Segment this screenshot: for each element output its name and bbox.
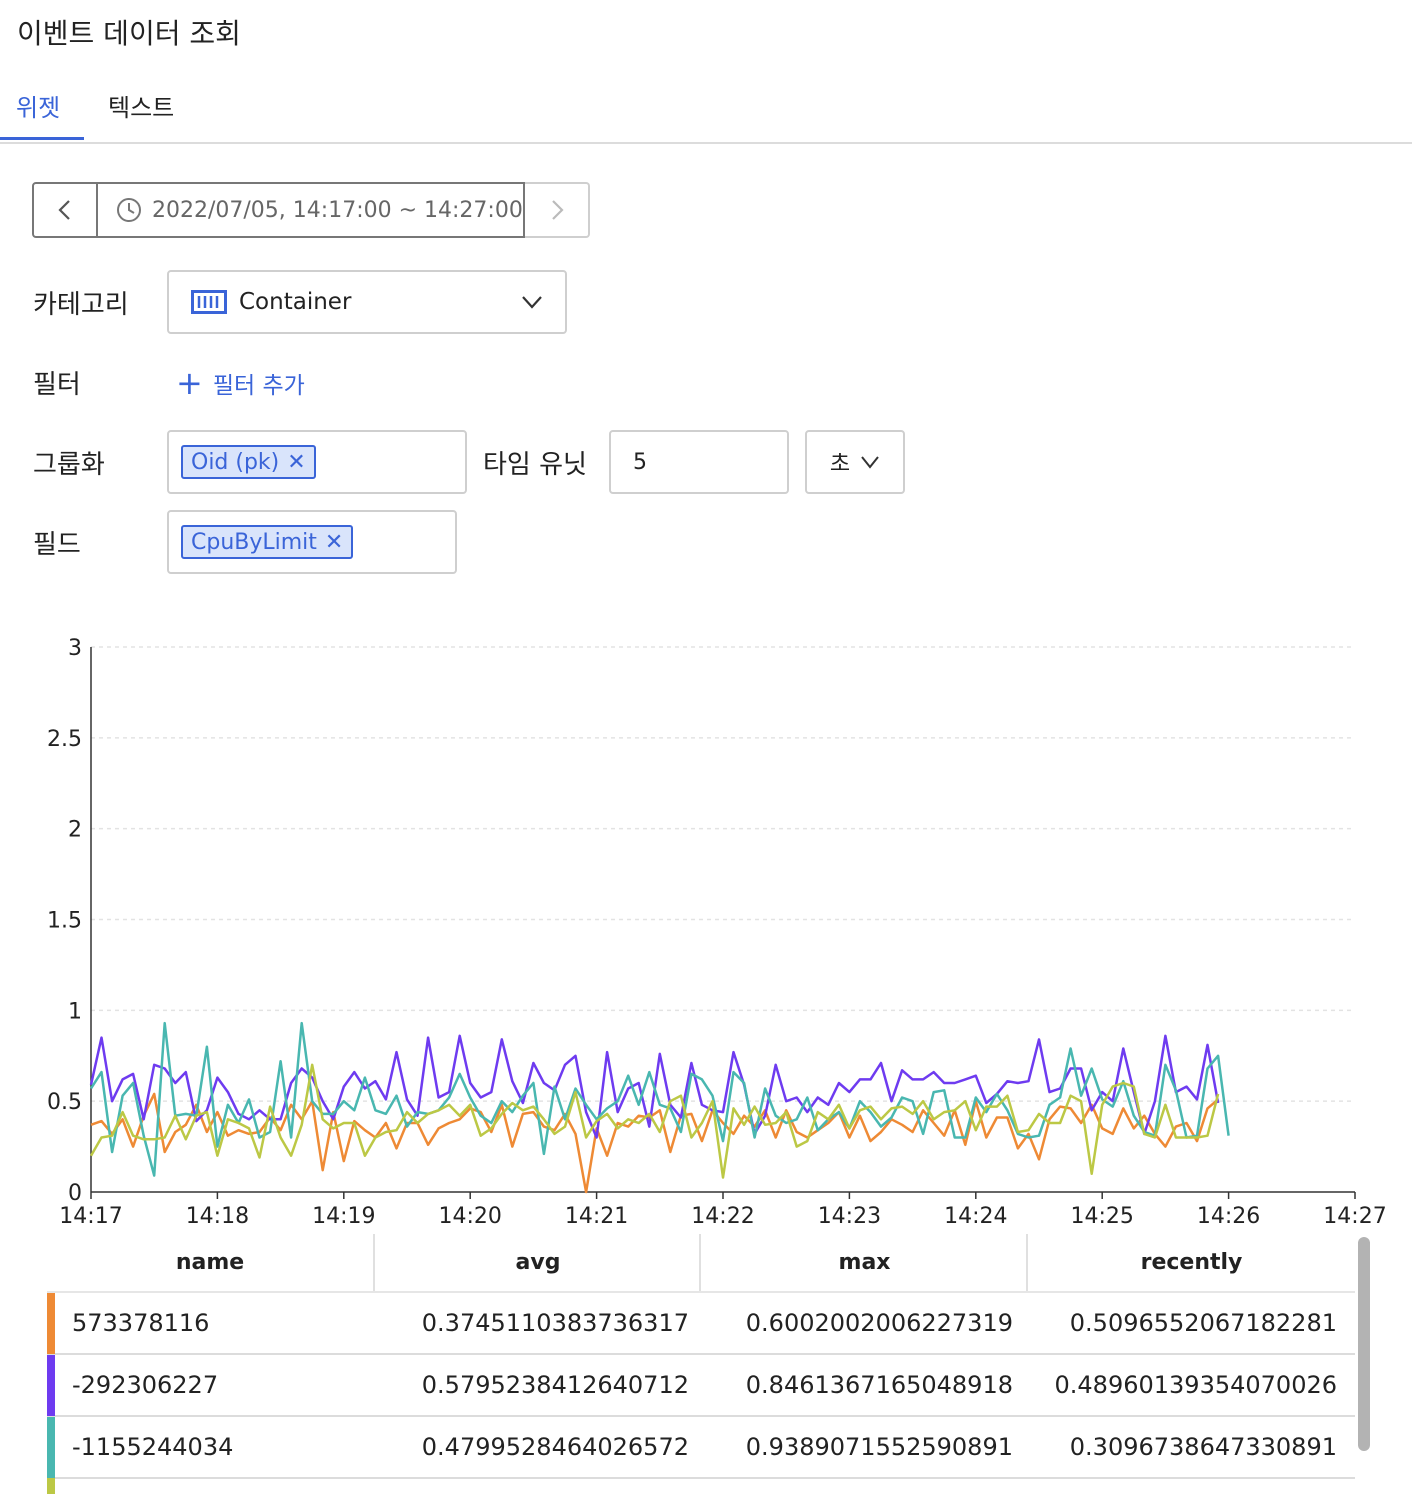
table-scrollbar[interactable] xyxy=(1358,1237,1370,1451)
table-row[interactable]: -292306227 0.5795238412640712 0.8461367165… xyxy=(47,1355,1355,1417)
column-header-avg[interactable]: avg xyxy=(373,1234,701,1291)
cell-name: -1155244034 xyxy=(72,1433,234,1461)
y-tick-label: 0.5 xyxy=(47,1090,82,1115)
time-unit-label: 타임 유닛 xyxy=(483,450,587,480)
field-label: 필드 xyxy=(33,530,81,560)
page-title: 이벤트 데이터 조회 xyxy=(17,17,241,50)
table-row[interactable]: 573378116 0.3745110383736317 0.60020020062… xyxy=(47,1293,1355,1355)
cell-name: 573378116 xyxy=(72,1309,210,1337)
column-header-recently[interactable]: recently xyxy=(1026,1234,1355,1291)
x-tick-label: 14:22 xyxy=(691,1204,754,1229)
time-unit-unit: 초 xyxy=(829,452,851,477)
group-by-tag-label: Oid (pk) xyxy=(191,449,280,475)
container-icon xyxy=(191,290,227,314)
group-by-label: 그룹화 xyxy=(33,450,105,480)
series-color-swatch xyxy=(47,1478,55,1494)
cell-max: 0.6002002006227319 xyxy=(745,1309,1013,1337)
chevron-right-icon xyxy=(551,200,564,220)
cell-avg: 0.5795238412640712 xyxy=(421,1371,689,1399)
category-select[interactable]: Container xyxy=(167,270,567,334)
column-header-name[interactable]: name xyxy=(47,1234,373,1291)
add-filter-label: 필터 추가 xyxy=(212,373,305,399)
x-tick-label: 14:17 xyxy=(59,1204,122,1229)
cell-avg: 0.4799528464026572 xyxy=(421,1433,689,1461)
cell-max: 0.8461367165048918 xyxy=(745,1371,1013,1399)
remove-tag-icon[interactable]: ✕ xyxy=(287,450,305,475)
tab-text[interactable]: 텍스트 xyxy=(108,88,174,140)
x-tick-label: 14:20 xyxy=(438,1204,501,1229)
x-tick-label: 14:25 xyxy=(1070,1204,1133,1229)
add-filter-button[interactable]: + 필터 추가 xyxy=(176,366,305,400)
x-tick-label: 14:26 xyxy=(1197,1204,1260,1229)
series-color-swatch xyxy=(47,1293,55,1354)
field-tag-label: CpuByLimit xyxy=(191,529,317,555)
category-value: Container xyxy=(239,289,352,315)
y-tick-label: 1 xyxy=(68,999,82,1024)
cell-name: -292306227 xyxy=(72,1371,219,1399)
time-unit-select[interactable]: 초 xyxy=(805,430,905,494)
clock-icon xyxy=(117,198,141,222)
time-range-display[interactable]: 2022/07/05, 14:17:00 ~ 14:27:00 xyxy=(98,182,525,238)
series-color-swatch xyxy=(47,1417,55,1478)
next-range-button[interactable] xyxy=(525,182,590,238)
time-unit-input[interactable]: 5 xyxy=(609,430,789,494)
x-tick-label: 14:21 xyxy=(565,1204,628,1229)
field-input[interactable]: CpuByLimit ✕ xyxy=(167,510,457,574)
y-tick-label: 3 xyxy=(68,636,82,661)
chevron-down-icon xyxy=(522,296,542,309)
cell-recently: 0.48960139354070026 xyxy=(1054,1371,1337,1399)
x-tick-label: 14:24 xyxy=(944,1204,1007,1229)
group-by-tag: Oid (pk) ✕ xyxy=(181,445,316,479)
table-header: name avg max recently xyxy=(47,1234,1355,1293)
y-tick-label: 2 xyxy=(68,818,82,843)
field-tag: CpuByLimit ✕ xyxy=(181,525,354,559)
time-range-navigator: 2022/07/05, 14:17:00 ~ 14:27:00 xyxy=(32,182,590,238)
column-header-max[interactable]: max xyxy=(699,1234,1028,1291)
x-tick-label: 14:18 xyxy=(186,1204,249,1229)
y-tick-label: 1.5 xyxy=(47,909,82,934)
line-chart: 0 0.5 1 1.5 2 2.5 3 14:17 14:18 14:19 14:20 14:21 14… xyxy=(47,636,1387,1229)
cell-recently: 0.5096552067182281 xyxy=(1069,1309,1337,1337)
tab-widget[interactable]: 위젯 xyxy=(0,88,84,140)
table-row[interactable]: -1155244034 0.4799528464026572 0.938907155… xyxy=(47,1417,1355,1479)
filter-label: 필터 xyxy=(33,370,81,400)
group-by-input[interactable]: Oid (pk) ✕ xyxy=(167,430,467,494)
chevron-down-icon xyxy=(861,456,879,469)
cell-max: 0.9389071552590891 xyxy=(745,1433,1013,1461)
time-range-label: 2022/07/05, 14:17:00 ~ 14:27:00 xyxy=(152,197,523,223)
cell-recently: 0.3096738647330891 xyxy=(1069,1433,1337,1461)
chevron-left-icon xyxy=(58,200,70,220)
plus-icon: + xyxy=(176,364,203,402)
cell-avg: 0.3745110383736317 xyxy=(421,1309,689,1337)
series-color-swatch xyxy=(47,1355,55,1416)
prev-range-button[interactable] xyxy=(32,182,98,238)
time-unit-value: 5 xyxy=(633,449,647,475)
category-label: 카테고리 xyxy=(33,290,129,320)
y-tick-label: 0 xyxy=(68,1181,82,1206)
series-table: name avg max recently 573378116 0.3745110… xyxy=(47,1234,1355,1479)
x-tick-label: 14:27 xyxy=(1323,1204,1386,1229)
y-tick-label: 2.5 xyxy=(47,727,82,752)
remove-tag-icon[interactable]: ✕ xyxy=(325,530,343,555)
tab-bar: 위젯 텍스트 xyxy=(0,80,1412,144)
x-tick-label: 14:23 xyxy=(818,1204,881,1229)
x-tick-label: 14:19 xyxy=(312,1204,375,1229)
